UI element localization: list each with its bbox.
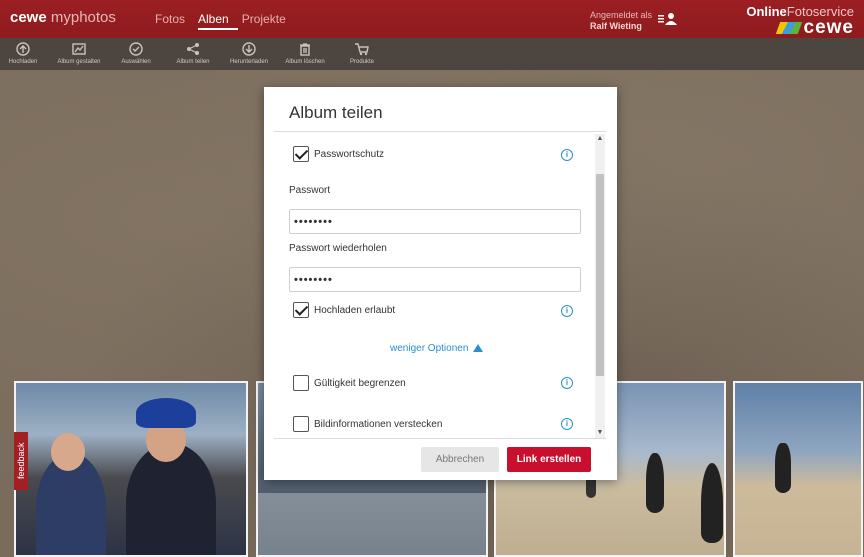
share-icon [185, 41, 201, 57]
info-icon[interactable]: i [561, 377, 573, 389]
hide-info-label: Bildinformationen verstecken [314, 418, 443, 430]
password-protection-option[interactable]: Passwortschutz [293, 146, 384, 162]
share-album-dialog: Album teilen Passwortschutz i Passwort •… [264, 87, 617, 480]
user-name: Ralf Wieting [590, 21, 642, 31]
upload-allowed-label: Hochladen erlaubt [314, 304, 396, 316]
user-info[interactable]: Angemeldet als Ralf Wieting [590, 10, 652, 32]
password-protection-checkbox[interactable] [293, 146, 309, 162]
hide-info-checkbox[interactable] [293, 416, 309, 432]
action-toolbar: Hochladen Album gestalten Auswählen Albu… [0, 38, 864, 70]
select-icon [128, 41, 144, 57]
tab-alben[interactable]: Alben [198, 0, 238, 30]
triangle-up-icon [473, 344, 484, 352]
brand-logo[interactable]: cewe myphotos [10, 9, 116, 26]
password-repeat-label: Passwort wiederholen [289, 243, 387, 254]
tab-fotos[interactable]: Fotos [155, 0, 194, 38]
album-photo[interactable] [733, 381, 863, 557]
share-album-button[interactable]: Album teilen [170, 38, 216, 65]
divider [274, 438, 606, 439]
feedback-tab[interactable]: feedback [14, 432, 28, 490]
info-icon[interactable]: i [561, 418, 573, 430]
password-field[interactable]: •••••••• [289, 209, 581, 234]
upload-button[interactable]: Hochladen [0, 38, 46, 65]
products-button[interactable]: Produkte [342, 38, 382, 65]
trash-icon [297, 41, 313, 57]
cart-icon [354, 41, 370, 57]
limit-validity-option[interactable]: Gültigkeit begrenzen [293, 375, 406, 391]
upload-icon [15, 41, 31, 57]
scrollbar[interactable]: ▲ ▼ [595, 134, 605, 438]
password-label: Passwort [289, 185, 331, 196]
logo-stripes-icon [775, 21, 802, 34]
album-design-button[interactable]: Album gestalten [52, 38, 106, 65]
login-status: Angemeldet als [590, 10, 653, 20]
dialog-scroll-area[interactable]: Passwortschutz i Passwort •••••••• Passw… [264, 132, 617, 438]
fewer-options-link[interactable]: weniger Optionen [390, 343, 484, 354]
album-design-icon [71, 41, 87, 57]
info-icon[interactable]: i [561, 149, 573, 161]
info-icon[interactable]: i [561, 305, 573, 317]
scroll-down-arrow-icon[interactable]: ▼ [595, 428, 605, 438]
password-repeat-field[interactable]: •••••••• [289, 267, 581, 292]
upload-allowed-checkbox[interactable] [293, 302, 309, 318]
download-button[interactable]: Herunterladen [222, 38, 276, 65]
user-menu-icon[interactable] [658, 12, 678, 26]
scrollbar-thumb[interactable] [596, 174, 604, 376]
dialog-title: Album teilen [289, 103, 383, 122]
create-link-button[interactable]: Link erstellen [507, 447, 591, 472]
main-nav: Fotos Alben Projekte [155, 0, 299, 38]
tab-projekte[interactable]: Projekte [242, 0, 295, 38]
select-button[interactable]: Auswählen [114, 38, 158, 65]
password-protection-label: Passwortschutz [314, 148, 385, 160]
upload-allowed-option[interactable]: Hochladen erlaubt [293, 302, 395, 318]
hide-info-option[interactable]: Bildinformationen verstecken [293, 416, 442, 432]
cancel-button[interactable]: Abbrechen [421, 447, 499, 472]
limit-validity-checkbox[interactable] [293, 375, 309, 391]
download-icon [241, 41, 257, 57]
scroll-up-arrow-icon[interactable]: ▲ [595, 134, 605, 144]
album-photo[interactable] [14, 381, 248, 557]
top-bar: cewe myphotos Fotos Alben Projekte Angem… [0, 0, 864, 38]
online-fotoservice-logo: OnlineFotoservice cewe [746, 4, 854, 38]
limit-validity-label: Gültigkeit begrenzen [314, 377, 406, 389]
delete-album-button[interactable]: Album löschen [278, 38, 332, 65]
